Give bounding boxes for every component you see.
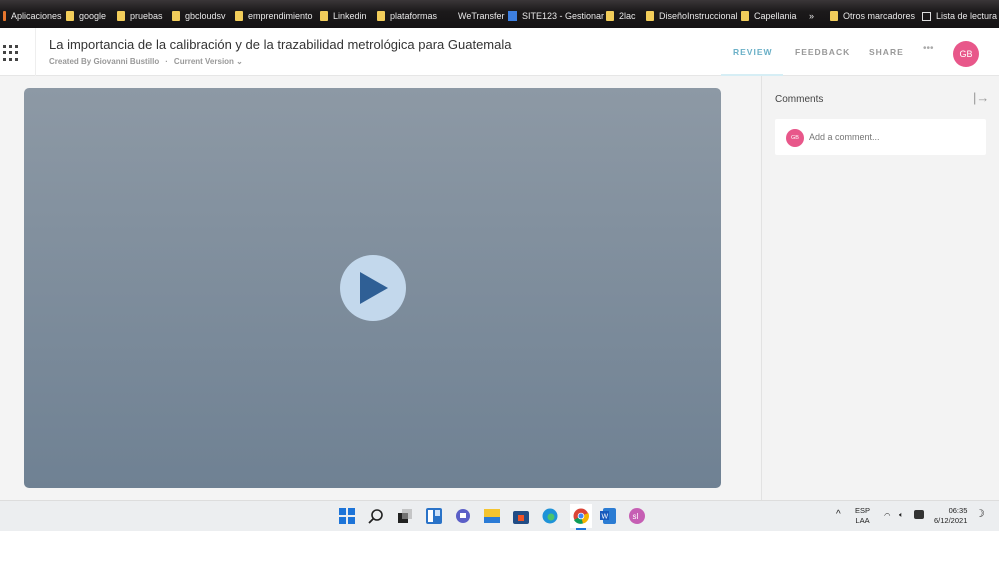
more-options-icon[interactable]: ••• xyxy=(923,43,934,54)
bookmark-label: emprendimiento xyxy=(248,11,313,21)
reading-list-icon xyxy=(922,11,931,21)
bookmark-label: pruebas xyxy=(130,11,163,21)
keyboard-layout: LAA xyxy=(855,516,870,525)
folder-icon xyxy=(66,11,74,21)
start-icon[interactable] xyxy=(339,508,355,524)
bookmark-linkedin[interactable]: Linkedin xyxy=(320,9,367,23)
store-icon[interactable] xyxy=(513,508,529,524)
notifications-icon[interactable]: ☽ xyxy=(975,509,985,520)
tab-share[interactable]: SHARE xyxy=(869,47,904,57)
file-explorer-icon[interactable] xyxy=(484,508,500,524)
bookmark-apps[interactable]: Aplicaciones xyxy=(3,9,62,23)
bookmark-other[interactable]: Otros marcadores xyxy=(830,9,915,23)
date: 6/12/2021 xyxy=(934,516,968,525)
bookmarks-bar: Aplicaciones google pruebas gbcloudsv em… xyxy=(0,0,999,28)
comment-avatar: GB xyxy=(786,129,804,147)
app-grid-icon[interactable] xyxy=(3,45,19,61)
bookmark-gbcloudsv[interactable]: gbcloudsv xyxy=(172,9,226,23)
document-icon xyxy=(508,11,517,21)
folder-icon xyxy=(741,11,749,21)
active-app-indicator xyxy=(576,528,586,530)
divider xyxy=(35,28,36,76)
play-icon xyxy=(360,272,388,304)
folder-icon xyxy=(172,11,180,21)
teams-chat-icon[interactable] xyxy=(455,508,471,524)
widgets-icon[interactable] xyxy=(426,508,442,524)
time: 06:35 xyxy=(948,506,968,515)
battery-icon[interactable] xyxy=(914,510,924,519)
overflow-label: » xyxy=(809,11,815,21)
volume-icon[interactable]: 🔈︎ xyxy=(899,510,904,520)
folder-icon xyxy=(830,11,838,21)
svg-text:W: W xyxy=(602,514,609,521)
tab-review[interactable]: REVIEW xyxy=(733,47,773,57)
bookmark-label: WeTransfer xyxy=(458,11,505,21)
app-header: La importancia de la calibración y de la… xyxy=(0,28,999,76)
bookmark-label: SITE123 - Gestionar xyxy=(522,11,605,21)
bookmark-label: Lista de lectura xyxy=(936,11,998,21)
created-by: Created By Giovanni Bustillo xyxy=(49,57,160,66)
bookmark-plataformas[interactable]: plataformas xyxy=(377,9,437,23)
main-content xyxy=(0,76,761,500)
language-indicator[interactable]: ESP LAA xyxy=(855,506,870,526)
bookmark-label: Linkedin xyxy=(333,11,367,21)
apps-icon xyxy=(3,11,6,21)
separator-dot: · xyxy=(165,57,168,66)
clock[interactable]: 06:35 6/12/2021 xyxy=(934,506,967,526)
word-icon[interactable]: W xyxy=(600,508,616,524)
comments-title: Comments xyxy=(775,94,824,105)
bookmarks-overflow[interactable]: » xyxy=(809,9,814,23)
language: ESP xyxy=(855,506,871,515)
bookmark-label: Otros marcadores xyxy=(843,11,916,21)
bookmark-label: 2lac xyxy=(619,11,636,21)
comments-panel: Comments |→ GB xyxy=(761,76,999,500)
bookmark-label: gbcloudsv xyxy=(185,11,226,21)
play-button[interactable] xyxy=(340,255,406,321)
bookmark-disenoinstruccional[interactable]: DiseñoInstruccional xyxy=(646,9,738,23)
bookmark-label: google xyxy=(79,11,107,21)
page-title: La importancia de la calibración y de la… xyxy=(49,37,512,52)
folder-icon xyxy=(117,11,125,21)
svg-text:sl: sl xyxy=(633,512,639,521)
user-avatar[interactable]: GB xyxy=(953,41,979,67)
edge-icon[interactable] xyxy=(542,508,558,524)
bookmark-label: Capellania xyxy=(754,11,797,21)
folder-icon xyxy=(235,11,243,21)
task-view-icon[interactable] xyxy=(397,508,413,524)
collapse-panel-icon[interactable]: |→ xyxy=(973,90,989,105)
comment-box: GB xyxy=(775,119,986,155)
bookmark-emprendimiento[interactable]: emprendimiento xyxy=(235,9,313,23)
bookmark-pruebas[interactable]: pruebas xyxy=(117,9,163,23)
wifi-icon[interactable]: ◠ xyxy=(884,511,891,521)
bookmark-google[interactable]: google xyxy=(66,9,106,23)
bookmark-wetransfer[interactable]: WeTransfer xyxy=(458,9,505,23)
video-player[interactable] xyxy=(24,88,721,488)
app-sl-icon[interactable]: sl xyxy=(629,508,645,524)
version-dropdown[interactable]: Current Version ⌄ xyxy=(174,57,243,66)
folder-icon xyxy=(646,11,654,21)
reading-list[interactable]: Lista de lectura xyxy=(922,9,997,23)
folder-icon xyxy=(320,11,328,21)
chrome-icon[interactable] xyxy=(570,504,592,528)
tab-feedback[interactable]: FEEDBACK xyxy=(795,47,850,57)
bookmark-label: DiseñoInstruccional xyxy=(659,11,738,21)
bookmark-2lac[interactable]: 2lac xyxy=(606,9,636,23)
subtitle: Created By Giovanni Bustillo · Current V… xyxy=(49,57,243,66)
comment-input[interactable] xyxy=(809,129,979,145)
bookmark-site123[interactable]: SITE123 - Gestionar xyxy=(508,9,604,23)
bookmark-label: plataformas xyxy=(390,11,438,21)
bookmark-label: Aplicaciones xyxy=(11,11,62,21)
folder-icon xyxy=(606,11,614,21)
taskbar: W sl ^ ESP LAA ◠ 🔈︎ 06:35 6/12/2021 ☽ xyxy=(0,500,999,531)
tray-chevron[interactable]: ^ xyxy=(836,510,841,520)
folder-icon xyxy=(377,11,385,21)
search-icon[interactable] xyxy=(368,508,384,524)
bookmark-capellania[interactable]: Capellania xyxy=(741,9,797,23)
